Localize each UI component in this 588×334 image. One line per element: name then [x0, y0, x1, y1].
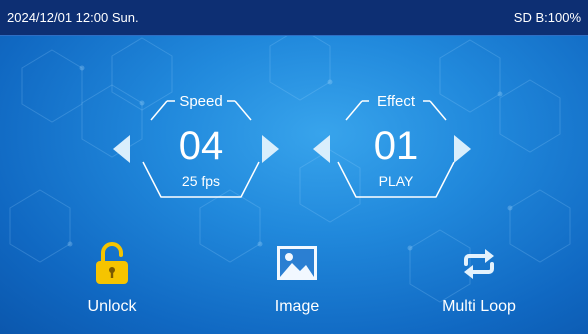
multi-loop-label: Multi Loop: [442, 298, 516, 315]
image-label: Image: [274, 298, 320, 315]
speed-value: 04: [178, 124, 224, 168]
status-bar: 2024/12/01 12:00 Sun. SD B:100%: [0, 0, 588, 36]
loop-arrows-icon: [464, 249, 494, 279]
picture-icon: [277, 246, 317, 280]
speed-decrease-button[interactable]: [113, 135, 130, 163]
device-screen: 2024/12/01 12:00 Sun. SD B:100% Speed 04…: [0, 0, 588, 334]
unlock-label: Unlock: [87, 298, 137, 315]
datetime-text: 2024/12/01 12:00 Sun.: [7, 10, 139, 25]
image-button[interactable]: Image: [237, 242, 357, 316]
effect-value: 01: [373, 124, 419, 168]
effect-next-button[interactable]: [454, 135, 471, 163]
speed-increase-button[interactable]: [262, 135, 279, 163]
speed-fps-label: 25 fps: [181, 173, 221, 189]
padlock-open-icon: [96, 242, 128, 284]
multi-loop-button[interactable]: Multi Loop: [419, 242, 539, 316]
speed-title: Speed: [179, 93, 223, 110]
speed-display: Speed 04 25 fps: [137, 92, 265, 204]
effect-display: Effect 01 PLAY: [332, 92, 460, 204]
unlock-button[interactable]: Unlock: [52, 242, 172, 316]
sd-storage-status: SD B:100%: [513, 10, 581, 25]
effect-mode-label: PLAY: [378, 173, 414, 189]
effect-title: Effect: [376, 93, 416, 110]
effect-previous-button[interactable]: [313, 135, 330, 163]
